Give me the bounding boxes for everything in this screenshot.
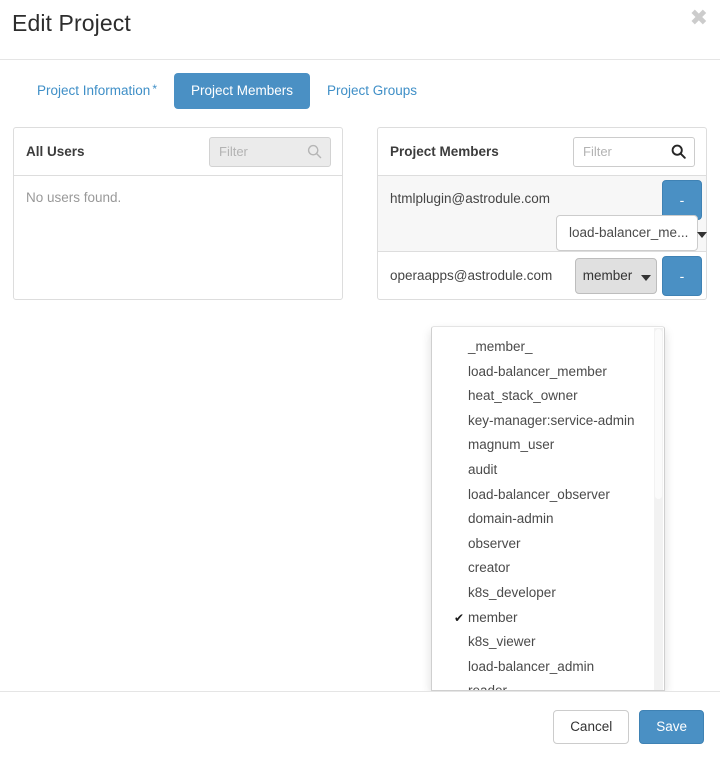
role-dropdown-item[interactable]: k8s_viewer: [432, 630, 664, 655]
all-users-panel-header: All Users: [14, 128, 342, 176]
role-dropdown-item[interactable]: load-balancer_observer: [432, 483, 664, 508]
modal-header: Edit Project ✖: [0, 0, 720, 60]
check-icon: ✔: [454, 610, 465, 625]
table-row: operaapps@astrodule.com member -: [378, 252, 706, 299]
member-role-label: member: [582, 268, 633, 283]
project-members-filter-input[interactable]: [574, 137, 670, 166]
project-members-title: Project Members: [390, 144, 499, 159]
project-members-filter[interactable]: [573, 136, 695, 167]
tab-project-members-label: Project Members: [190, 83, 294, 99]
all-users-title: All Users: [26, 144, 85, 159]
role-dropdown-item-label: load-balancer_observer: [468, 486, 610, 502]
role-dropdown-item-label: load-balancer_admin: [468, 658, 595, 674]
role-dropdown-item-label: k8s_developer: [468, 584, 556, 600]
required-marker-icon: *: [152, 82, 157, 97]
dropdown-scrollbar-thumb[interactable]: [655, 329, 662, 499]
role-dropdown-item[interactable]: creator: [432, 556, 664, 581]
search-icon[interactable]: [671, 144, 686, 159]
dropdown-scrollbar[interactable]: [654, 328, 663, 690]
role-dropdown-item-label: key-manager:service-admin: [468, 412, 635, 428]
project-members-panel: Project Members htmlplugin@astrodule.com…: [377, 127, 708, 300]
modal-footer: Cancel Save: [0, 691, 720, 762]
role-dropdown-menu[interactable]: _member_ load-balancer_member heat_stack_o…: [431, 326, 665, 691]
role-dropdown-item-label: domain-admin: [468, 511, 554, 527]
member-role-wrapper: load-balancer_me...: [390, 214, 708, 251]
tab-project-groups[interactable]: Project Groups: [310, 73, 434, 109]
role-dropdown-item-label: member: [468, 609, 518, 625]
member-role-dropdown[interactable]: load-balancer_me...: [556, 214, 708, 251]
role-dropdown-item[interactable]: observer: [432, 532, 664, 557]
cancel-button[interactable]: Cancel: [553, 710, 630, 744]
role-dropdown-item[interactable]: magnum_user: [432, 433, 664, 458]
role-dropdown-item-label: magnum_user: [468, 437, 555, 453]
role-dropdown-item[interactable]: heat_stack_owner: [432, 384, 664, 409]
search-icon: [307, 144, 322, 159]
all-users-filter-input[interactable]: [210, 137, 306, 166]
tab-project-information-label: Project Information: [37, 83, 151, 99]
role-dropdown-item[interactable]: _member_: [432, 335, 664, 360]
member-role-dropdown[interactable]: member: [575, 257, 657, 294]
save-button[interactable]: Save: [639, 710, 704, 744]
tab-project-groups-label: Project Groups: [327, 83, 418, 99]
member-role-label: load-balancer_me...: [569, 225, 689, 240]
role-dropdown-item-label: observer: [468, 535, 521, 551]
chevron-down-icon: [641, 274, 652, 281]
role-dropdown-item[interactable]: k8s_developer: [432, 581, 664, 606]
role-dropdown-item[interactable]: ✔ member: [432, 606, 664, 631]
chevron-down-icon: [697, 231, 708, 238]
remove-member-button[interactable]: -: [662, 255, 702, 296]
role-dropdown-list: _member_ load-balancer_member heat_stack_o…: [432, 327, 664, 691]
transfer-panels: All Users No users found. Project Member…: [0, 127, 720, 300]
role-dropdown-item-label: heat_stack_owner: [468, 388, 578, 404]
member-email: htmlplugin@astrodule.com: [390, 191, 551, 206]
role-dropdown-item-label: k8s_viewer: [468, 634, 536, 650]
table-row: htmlplugin@astrodule.com - load-balancer…: [378, 176, 708, 252]
all-users-panel: All Users No users found.: [13, 127, 343, 300]
close-icon[interactable]: ✖: [690, 8, 708, 30]
role-dropdown-item-label: load-balancer_member: [468, 363, 607, 379]
page-title: Edit Project: [12, 10, 131, 36]
role-dropdown-item[interactable]: load-balancer_member: [432, 360, 664, 385]
tab-bar: Project Information * Project Members Pro…: [0, 61, 720, 121]
role-dropdown-item-label: creator: [468, 560, 511, 576]
tab-project-members[interactable]: Project Members: [173, 73, 311, 109]
role-dropdown-item-label: _member_: [468, 339, 533, 354]
all-users-empty-text: No users found.: [26, 190, 122, 205]
project-members-panel-header: Project Members: [378, 128, 706, 176]
role-dropdown-item[interactable]: reader: [432, 679, 664, 691]
role-dropdown-item[interactable]: key-manager:service-admin: [432, 409, 664, 434]
role-dropdown-item[interactable]: audit: [432, 458, 664, 483]
member-email: operaapps@astrodule.com: [390, 268, 553, 283]
role-dropdown-item[interactable]: domain-admin: [432, 507, 664, 532]
role-dropdown-item[interactable]: load-balancer_admin: [432, 655, 664, 680]
role-dropdown-item-label: audit: [468, 461, 498, 477]
role-dropdown-item-label: reader: [468, 683, 508, 691]
all-users-filter[interactable]: [209, 136, 331, 167]
tab-project-information[interactable]: Project Information *: [20, 73, 174, 109]
